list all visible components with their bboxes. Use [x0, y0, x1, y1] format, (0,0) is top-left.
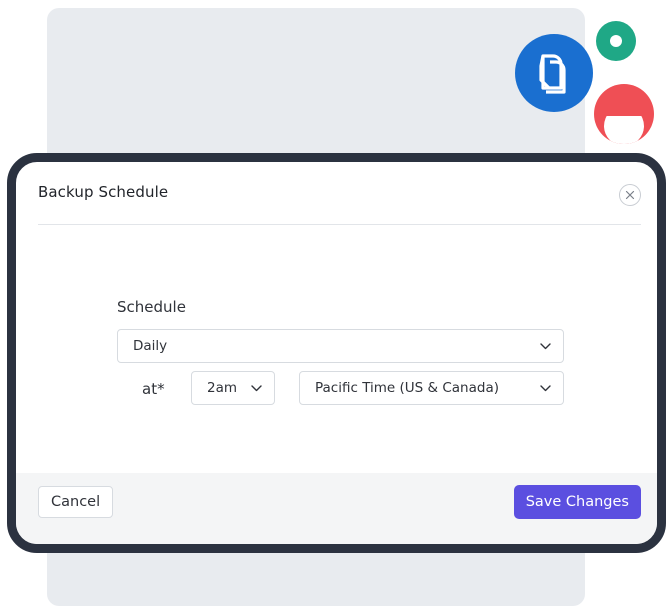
at-label: at* [142, 380, 165, 398]
timezone-value: Pacific Time (US & Canada) [315, 380, 499, 396]
chevron-down-icon [539, 340, 551, 352]
hour-value: 2am [207, 380, 238, 396]
save-changes-button[interactable]: Save Changes [513, 485, 641, 519]
chevron-down-icon [539, 382, 551, 394]
close-icon [625, 190, 635, 200]
document-stack-icon [539, 54, 566, 94]
modal-footer: Cancel Save Changes [16, 473, 657, 544]
backup-schedule-modal: Backup Schedule Schedule Daily at* 2am P… [7, 153, 666, 553]
header-divider [38, 224, 641, 225]
chevron-down-icon [250, 382, 262, 394]
frequency-select[interactable]: Daily [117, 329, 564, 363]
cancel-button[interactable]: Cancel [38, 486, 114, 518]
modal-title: Backup Schedule [38, 183, 169, 201]
hour-select[interactable]: 2am [191, 371, 275, 405]
frequency-value: Daily [133, 338, 168, 354]
timezone-select[interactable]: Pacific Time (US & Canada) [299, 371, 564, 405]
app-logo [515, 34, 593, 112]
schedule-label: Schedule [117, 298, 186, 316]
decorative-red-dot [594, 84, 654, 144]
decorative-green-dot [596, 21, 636, 61]
close-button[interactable] [619, 184, 641, 206]
